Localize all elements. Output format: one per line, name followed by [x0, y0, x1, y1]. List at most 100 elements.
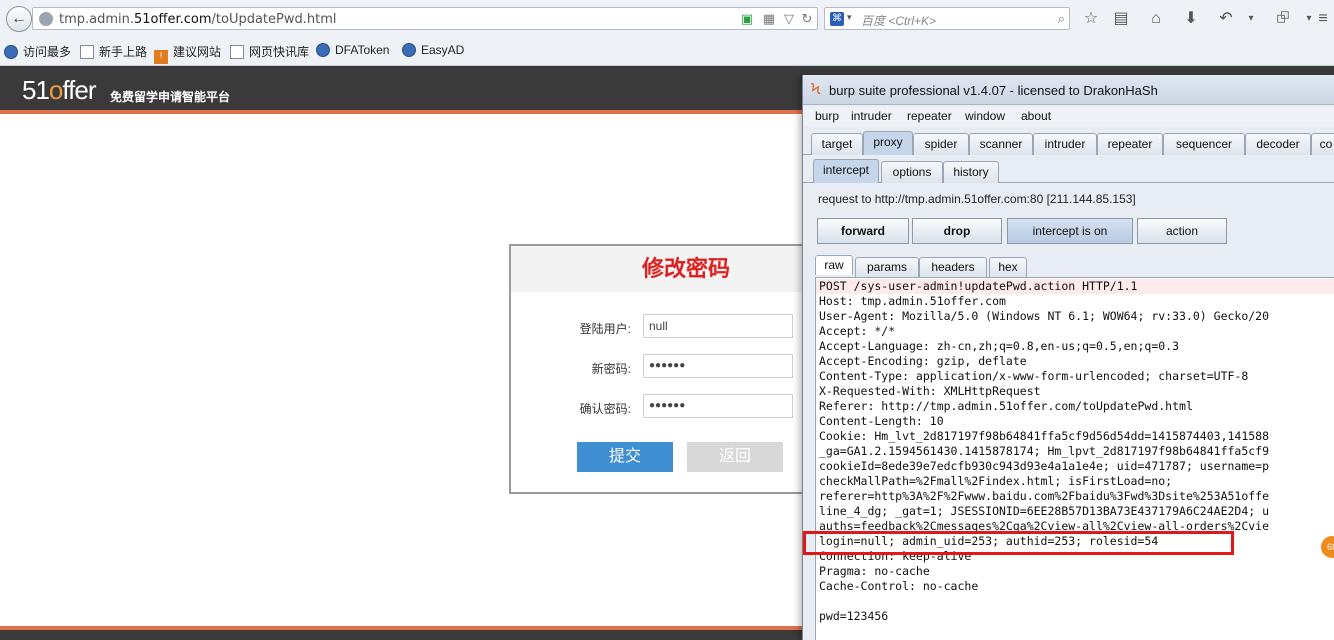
search-engine-dropdown-icon[interactable]: ▾	[847, 12, 852, 23]
tab-spider[interactable]: spider	[913, 133, 969, 155]
raw-request-line: Content-Length: 10	[819, 414, 944, 428]
menu-icon[interactable]: ≡	[1312, 8, 1334, 30]
action-button[interactable]: action	[1137, 218, 1227, 244]
site-footer-bar	[0, 626, 802, 640]
crop-icon[interactable]: ⮺	[1272, 8, 1294, 30]
bookmark-dfatoken[interactable]: DFAToken	[316, 43, 389, 59]
navigation-toolbar: ← tmp.admin.51offer.com/toUpdatePwd.html…	[0, 0, 1334, 37]
forward-button[interactable]: forward	[817, 218, 909, 244]
logo-part: o	[48, 75, 64, 105]
bookmarks-bar: 访问最多 新手上路 ! 建议网站 网页快讯库 DFAToken EasyAD	[0, 38, 1334, 64]
submit-button[interactable]: 提交	[577, 442, 673, 472]
url-prefix: tmp.admin.	[59, 12, 135, 27]
new-password-input[interactable]: ●●●●●●	[643, 354, 793, 378]
burp-menu-bar: burp intruder repeater window about	[803, 106, 1334, 126]
bookmark-label: 网页快讯库	[249, 45, 310, 59]
back-button[interactable]: 返回	[687, 442, 783, 472]
bookmark-getting-started[interactable]: 新手上路	[80, 43, 147, 59]
qr-code-icon[interactable]: ▦	[761, 11, 777, 27]
lightbulb-icon: !	[154, 50, 168, 64]
reload-icon[interactable]: ↻	[799, 11, 815, 27]
home-icon[interactable]: ⌂	[1145, 8, 1167, 30]
form-title: 修改密码	[511, 246, 817, 292]
raw-request-line: cookieId=8ede39e7edcfb930c943d93e4a1a1e4…	[819, 459, 1270, 473]
raw-request-line: POST /sys-user-admin!updatePwd.action HT…	[816, 279, 1334, 294]
download-icon[interactable]: ⬇	[1180, 8, 1202, 30]
tab-sequencer[interactable]: sequencer	[1163, 133, 1245, 155]
burp-flame-icon: Ϟ	[811, 81, 821, 98]
tab-proxy[interactable]: proxy	[863, 131, 913, 155]
dropdown-icon[interactable]: ▽	[781, 11, 797, 27]
bookmark-easyad[interactable]: EasyAD	[402, 43, 464, 59]
user-input[interactable]: null	[643, 314, 793, 338]
globe-icon	[402, 43, 416, 57]
back-arrow-icon[interactable]: ←	[6, 6, 32, 32]
subtab-history[interactable]: history	[943, 161, 999, 183]
raw-request-line: _ga=GA1.2.1594561430.1415878174; Hm_lpvt…	[819, 444, 1270, 458]
raw-request-line: pwd=123456	[819, 609, 889, 623]
raw-request-line: Accept-Encoding: gzip, deflate	[819, 354, 1027, 368]
confirm-password-input[interactable]: ●●●●●●	[643, 394, 793, 418]
tab-decoder[interactable]: decoder	[1245, 133, 1311, 155]
raw-request-line: Host: tmp.admin.51offer.com	[819, 294, 1006, 308]
intercept-toggle-button[interactable]: intercept is on	[1007, 218, 1133, 244]
raw-request-editor[interactable]: POST /sys-user-admin!updatePwd.action HT…	[815, 277, 1334, 640]
search-box[interactable]: ⌘ ▾ 百度 <Ctrl+K> ⌕	[824, 7, 1070, 30]
raw-request-line: referer=http%3A%2F%2Fwww.baidu.com%2Fbai…	[819, 489, 1270, 503]
raw-request-line: Accept-Language: zh-cn,zh;q=0.8,en-us;q=…	[819, 339, 1180, 353]
change-password-panel: 修改密码 登陆用户: null 新密码: ●●●●●● 确认密码: ●●●●●●…	[509, 244, 819, 494]
globe-icon	[39, 12, 53, 26]
bookmark-web-slice[interactable]: 网页快讯库	[230, 43, 309, 59]
bookmark-star-icon[interactable]: ☆	[1080, 8, 1102, 30]
address-text[interactable]: tmp.admin.51offer.com/toUpdatePwd.html	[59, 12, 337, 27]
bookmark-most-visited[interactable]: 访问最多	[4, 43, 71, 59]
view-tab-params[interactable]: params	[855, 257, 919, 277]
menu-window[interactable]: window	[965, 109, 1005, 123]
tab-intruder[interactable]: intruder	[1033, 133, 1097, 155]
undo-dropdown-icon[interactable]: ▾	[1240, 8, 1262, 30]
new-password-label: 新密码:	[591, 362, 631, 376]
url-domain: 51offer.com	[134, 12, 212, 27]
burp-title: burp suite professional v1.4.07 - licens…	[829, 83, 1158, 98]
address-bar[interactable]: tmp.admin.51offer.com/toUpdatePwd.html ▣…	[32, 7, 818, 30]
site-tagline: 免费留学申请智能平台	[110, 90, 231, 104]
user-label: 登陆用户:	[579, 322, 631, 336]
view-tab-raw[interactable]: raw	[815, 255, 853, 275]
page-icon	[230, 45, 244, 59]
raw-request-line: X-Requested-With: XMLHttpRequest	[819, 384, 1041, 398]
reading-list-icon[interactable]: ▤	[1110, 8, 1132, 30]
tab-comparer[interactable]: co	[1311, 133, 1334, 155]
page-icon	[80, 45, 94, 59]
view-tab-hex[interactable]: hex	[989, 257, 1027, 277]
site-logo[interactable]: 51offer	[22, 75, 97, 106]
menu-repeater[interactable]: repeater	[907, 109, 952, 123]
tab-scanner[interactable]: scanner	[969, 133, 1033, 155]
baidu-paw-icon[interactable]: ⌘	[830, 12, 844, 26]
subtab-options[interactable]: options	[881, 161, 943, 183]
view-tab-headers[interactable]: headers	[919, 257, 987, 277]
search-icon[interactable]: ⌕	[1058, 11, 1065, 27]
raw-request-line: Content-Type: application/x-www-form-url…	[819, 369, 1249, 383]
menu-intruder[interactable]: intruder	[851, 109, 892, 123]
burp-suite-window: Ϟ burp suite professional v1.4.07 - lice…	[802, 75, 1334, 640]
raw-request-line: line_4_dg; _gat=1; JSESSIONID=6EE28B57D1…	[819, 504, 1270, 518]
raw-request-line: User-Agent: Mozilla/5.0 (Windows NT 6.1;…	[819, 309, 1270, 323]
subtab-intercept[interactable]: intercept	[813, 159, 879, 183]
drop-button[interactable]: drop	[912, 218, 1002, 244]
tab-target[interactable]: target	[811, 133, 863, 155]
search-placeholder: 百度 <Ctrl+K>	[861, 14, 937, 28]
undo-icon[interactable]: ↶	[1215, 8, 1237, 30]
menu-burp[interactable]: burp	[815, 109, 839, 123]
tab-repeater[interactable]: repeater	[1097, 133, 1163, 155]
bookmark-suggested-sites[interactable]: ! 建议网站	[154, 43, 221, 64]
burp-title-bar[interactable]: Ϟ burp suite professional v1.4.07 - lice…	[803, 75, 1334, 105]
confirm-password-label: 确认密码:	[579, 402, 631, 416]
raw-request-line: Referer: http://tmp.admin.51offer.com/to…	[819, 399, 1193, 413]
bookmark-label: 访问最多	[23, 45, 72, 59]
bookmark-label: 新手上路	[99, 45, 148, 59]
shield-icon[interactable]: ▣	[739, 11, 755, 27]
burp-main-tabs: target proxy spider scanner intruder rep…	[803, 131, 1334, 155]
logo-part: 51	[22, 75, 50, 105]
proxy-subtabs: intercept options history	[803, 159, 1334, 183]
menu-about[interactable]: about	[1021, 109, 1051, 123]
